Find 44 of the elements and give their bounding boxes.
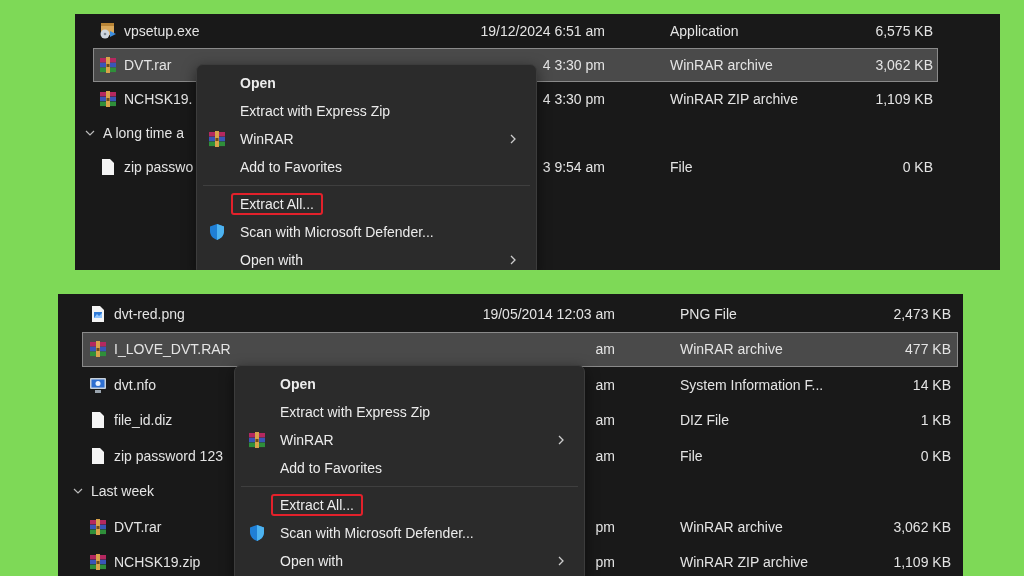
date-modified: am — [595, 412, 615, 429]
date-modified: 4 3:30 pm — [542, 91, 605, 107]
file-name: zip password 123 — [114, 447, 223, 464]
file-size: 3,062 KB — [875, 57, 933, 73]
file-name: file_id.diz — [114, 412, 173, 429]
file-size: 3,062 KB — [893, 518, 951, 535]
date-modified: am — [595, 341, 615, 358]
date-modified: 19/05/2014 12:03 am — [482, 305, 615, 322]
date-modified: 3 9:54 am — [542, 159, 605, 175]
file-size: 0 KB — [920, 447, 951, 464]
file-name: NCHSK19.zip — [114, 554, 201, 571]
file-name: I_LOVE_DVT.RAR — [114, 341, 231, 358]
file-type: WinRAR ZIP archive — [670, 91, 799, 107]
date-modified: pm — [595, 518, 615, 535]
file-type: DIZ File — [680, 412, 729, 429]
file-type: File — [670, 159, 693, 175]
file-name: DVT.rar — [114, 518, 162, 535]
date-modified: am — [595, 447, 615, 464]
file-type: Application — [670, 23, 739, 39]
file-size: 14 KB — [912, 376, 951, 393]
file-type: System Information F... — [680, 376, 824, 393]
file-name: dvt-red.png — [114, 305, 185, 322]
date-modified: 19/12/2024 6:51 am — [480, 23, 605, 39]
file-name: zip passwo — [124, 159, 194, 175]
file-type: PNG File — [680, 305, 737, 322]
date-modified: pm — [595, 554, 615, 571]
file-name: NCHSK19. — [124, 91, 193, 107]
file-size: 1,109 KB — [875, 91, 933, 107]
file-name: vpsetup.exe — [124, 23, 200, 39]
file-type: WinRAR archive — [680, 518, 783, 535]
date-modified: 4 3:30 pm — [542, 57, 605, 73]
file-size: 1,109 KB — [893, 554, 951, 571]
file-type: WinRAR archive — [680, 341, 783, 358]
file-type: File — [680, 447, 703, 464]
file-type: WinRAR archive — [670, 57, 773, 73]
file-size: 0 KB — [902, 159, 933, 175]
file-size: 1 KB — [920, 412, 951, 429]
date-modified: am — [595, 376, 615, 393]
file-type: WinRAR ZIP archive — [680, 554, 809, 571]
file-size: 6,575 KB — [875, 23, 933, 39]
file-size: 2,473 KB — [893, 305, 951, 322]
file-name: DVT.rar — [124, 57, 172, 73]
file-size: 477 KB — [905, 341, 951, 358]
file-name: dvt.nfo — [114, 376, 157, 393]
